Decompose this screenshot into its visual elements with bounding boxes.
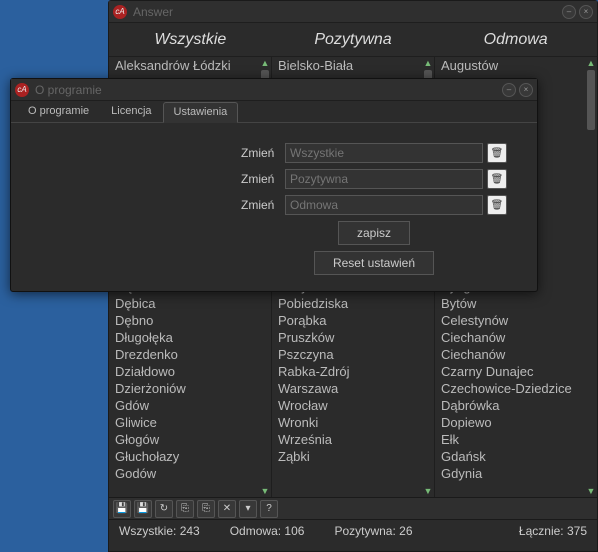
delete-icon[interactable]: ✕ [218,500,236,518]
help-icon[interactable]: ? [260,500,278,518]
list-item[interactable]: Głogów [115,431,271,448]
about-window: cA O programie – × O programie Licencja … [10,78,538,292]
more-icon[interactable]: ▾ [239,500,257,518]
list-item[interactable]: Gdynia [441,465,597,482]
save-all-icon[interactable]: 💾 [134,500,152,518]
list-item[interactable]: Września [278,431,434,448]
save-button[interactable]: zapisz [338,221,410,245]
app-icon: cA [113,5,127,19]
save-icon[interactable]: 💾 [113,500,131,518]
change-label: Zmień [241,198,285,212]
status-lacznie: Łącznie: 375 [519,524,587,538]
copy-icon[interactable]: ⎘ [176,500,194,518]
refresh-icon[interactable]: ↻ [155,500,173,518]
list-item[interactable]: Rabka-Zdrój [278,363,434,380]
settings-form: Zmień 🗑 Zmień 🗑 Zmień 🗑 zapisz Reset ust… [11,123,537,285]
setting-row-1: Zmień 🗑 [241,143,507,163]
scroll-up-icon[interactable]: ▲ [586,57,596,69]
toolbar: 💾 💾 ↻ ⎘ ⎘ ✕ ▾ ? [109,497,597,519]
list-item[interactable]: Wrocław [278,397,434,414]
list-item[interactable]: Ciechanów [441,329,597,346]
list-item[interactable]: Dopiewo [441,414,597,431]
status-odmowa: Odmowa: 106 [230,524,305,538]
list-item[interactable]: Czechowice-Dziedzice [441,380,597,397]
list-item[interactable]: Celestynów [441,312,597,329]
reset-button[interactable]: Reset ustawień [314,251,434,275]
about-titlebar[interactable]: cA O programie – × [11,79,537,101]
list-item[interactable]: Gliwice [115,414,271,431]
tab-licencja[interactable]: Licencja [100,101,162,122]
list-item[interactable]: Głuchołazy [115,448,271,465]
column3-name-input[interactable] [285,195,483,215]
list-item[interactable]: Gdańsk [441,448,597,465]
list-item[interactable]: Warszawa [278,380,434,397]
list-item[interactable]: Porąbka [278,312,434,329]
header-pozytywna[interactable]: Pozytywna [272,31,435,49]
list-item[interactable]: Dzierżoniów [115,380,271,397]
trash-icon[interactable]: 🗑 [487,143,507,163]
minimize-icon[interactable]: – [562,5,576,19]
list-item[interactable]: Pszczyna [278,346,434,363]
list-item[interactable]: Aleksandrów Łódzki [115,57,271,74]
list-item[interactable]: Augustów [441,57,597,74]
header-wszystkie[interactable]: Wszystkie [109,31,272,49]
list-item[interactable]: Bytów [441,295,597,312]
trash-icon[interactable]: 🗑 [487,195,507,215]
change-label: Zmień [241,172,285,186]
column-headers: Wszystkie Pozytywna Odmowa [109,23,597,57]
list-item[interactable]: Ełk [441,431,597,448]
list-item[interactable]: Czarny Dunajec [441,363,597,380]
list-item[interactable]: Drezdenko [115,346,271,363]
list-item[interactable]: Działdowo [115,363,271,380]
scrollbar[interactable]: ▲ ▼ [585,57,597,497]
app-icon: cA [15,83,29,97]
answer-title: Answer [133,5,559,19]
scroll-up-icon[interactable]: ▲ [423,57,433,69]
about-tabs: O programie Licencja Ustawienia [11,101,537,123]
change-label: Zmień [241,146,285,160]
list-item[interactable]: Dębica [115,295,271,312]
paste-icon[interactable]: ⎘ [197,500,215,518]
scroll-thumb[interactable] [587,70,595,130]
list-item[interactable]: Ząbki [278,448,434,465]
list-item[interactable]: Długołęka [115,329,271,346]
scroll-up-icon[interactable]: ▲ [260,57,270,69]
tab-ustawienia[interactable]: Ustawienia [163,102,239,123]
list-item[interactable]: Pruszków [278,329,434,346]
status-pozytywna: Pozytywna: 26 [334,524,412,538]
list-item[interactable]: Wronki [278,414,434,431]
column1-name-input[interactable] [285,143,483,163]
status-wszystkie: Wszystkie: 243 [119,524,200,538]
answer-titlebar[interactable]: cA Answer – × [109,1,597,23]
list-item[interactable]: Pobiedziska [278,295,434,312]
list-item[interactable]: Dębno [115,312,271,329]
close-icon[interactable]: × [519,83,533,97]
status-bar: Wszystkie: 243 Odmowa: 106 Pozytywna: 26… [109,519,597,541]
tab-oprogramie[interactable]: O programie [17,101,100,122]
minimize-icon[interactable]: – [502,83,516,97]
scroll-down-icon[interactable]: ▼ [260,485,270,497]
setting-row-2: Zmień 🗑 [241,169,507,189]
list-item[interactable]: Dąbrówka [441,397,597,414]
scroll-down-icon[interactable]: ▼ [423,485,433,497]
column2-name-input[interactable] [285,169,483,189]
about-title: O programie [35,83,499,97]
close-icon[interactable]: × [579,5,593,19]
list-item[interactable]: Godów [115,465,271,482]
list-item[interactable]: Bielsko-Biała [278,57,434,74]
list-item[interactable]: Gdów [115,397,271,414]
list-item[interactable]: Ciechanów [441,346,597,363]
trash-icon[interactable]: 🗑 [487,169,507,189]
header-odmowa[interactable]: Odmowa [434,31,597,49]
scroll-down-icon[interactable]: ▼ [586,485,596,497]
setting-row-3: Zmień 🗑 [241,195,507,215]
